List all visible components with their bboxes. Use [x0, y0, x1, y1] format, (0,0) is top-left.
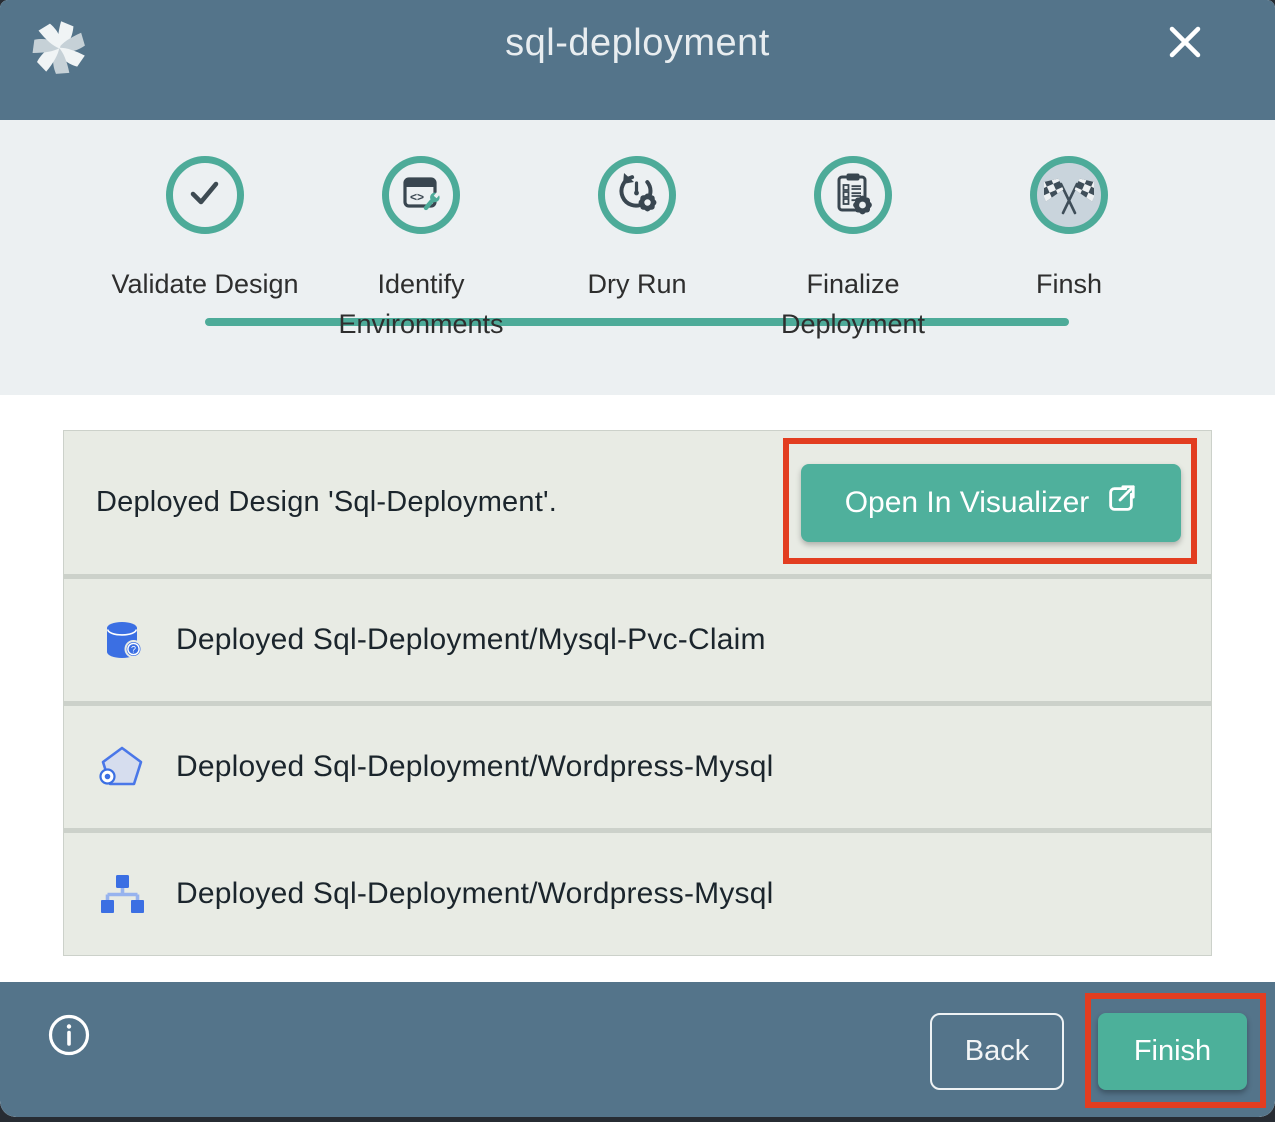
pentagon-resource-icon: [98, 743, 146, 791]
clipboard-checklist-gear-icon: [830, 170, 876, 221]
step-finalize-deployment: Finalize Deployment: [745, 156, 961, 344]
deployment-results-panel: Deployed Design 'Sql-Deployment'. Open I…: [0, 395, 1275, 982]
step-circle: [814, 156, 892, 234]
deployed-design-row: Deployed Design 'Sql-Deployment'. Open I…: [64, 431, 1211, 574]
step-validate-design: Validate Design: [97, 156, 313, 344]
sync-clock-gear-icon: [614, 170, 660, 221]
result-text: Deployed Sql-Deployment/Wordpress-Mysql: [176, 877, 773, 911]
step-label: Validate Design: [111, 264, 298, 304]
step-dry-run: Dry Run: [529, 156, 745, 344]
result-text: Deployed Sql-Deployment/Wordpress-Mysql: [176, 750, 773, 784]
step-label: Identify Environments: [316, 264, 526, 344]
finish-button[interactable]: Finish: [1098, 1013, 1247, 1090]
info-circle-icon[interactable]: [47, 1013, 91, 1057]
back-button[interactable]: Back: [930, 1013, 1064, 1090]
svg-text:?: ?: [131, 644, 136, 654]
open-in-visualizer-button[interactable]: Open In Visualizer: [801, 464, 1181, 542]
pvc-database-icon: ?: [98, 616, 146, 664]
svg-text:<>: <>: [410, 190, 424, 204]
step-label: Finalize Deployment: [748, 264, 958, 344]
result-row-service: Deployed Sql-Deployment/Wordpress-Mysql: [64, 706, 1211, 828]
tree-hierarchy-icon: [98, 870, 146, 918]
modal-title: sql-deployment: [0, 22, 1275, 65]
step-finish: Finsh: [961, 156, 1177, 344]
modal-footer: Back Finish: [0, 982, 1275, 1117]
step-label: Finsh: [1036, 264, 1102, 304]
open-in-visualizer-label: Open In Visualizer: [845, 486, 1090, 520]
step-identify-environments: <> Identify Environments: [313, 156, 529, 344]
result-row-deployment: Deployed Sql-Deployment/Wordpress-Mysql: [64, 833, 1211, 955]
step-circle: [1030, 156, 1108, 234]
deployment-wizard-modal: sql-deployment Validate Design: [0, 0, 1275, 1117]
checkmark-icon: [182, 170, 228, 221]
external-link-icon: [1105, 483, 1137, 523]
close-icon[interactable]: [1165, 22, 1205, 62]
step-circle: <>: [382, 156, 460, 234]
step-circle: [598, 156, 676, 234]
step-circle: [166, 156, 244, 234]
modal-header: sql-deployment: [0, 0, 1275, 120]
code-window-wrench-icon: <>: [398, 170, 444, 221]
progress-stepper: Validate Design <>: [0, 120, 1275, 395]
checkered-flags-icon: [1044, 170, 1094, 221]
deployed-design-message: Deployed Design 'Sql-Deployment'.: [96, 486, 557, 519]
result-row-pvc: ? Deployed Sql-Deployment/Mysql-Pvc-Clai…: [64, 579, 1211, 701]
result-text: Deployed Sql-Deployment/Mysql-Pvc-Claim: [176, 623, 766, 657]
step-label: Dry Run: [587, 264, 686, 304]
